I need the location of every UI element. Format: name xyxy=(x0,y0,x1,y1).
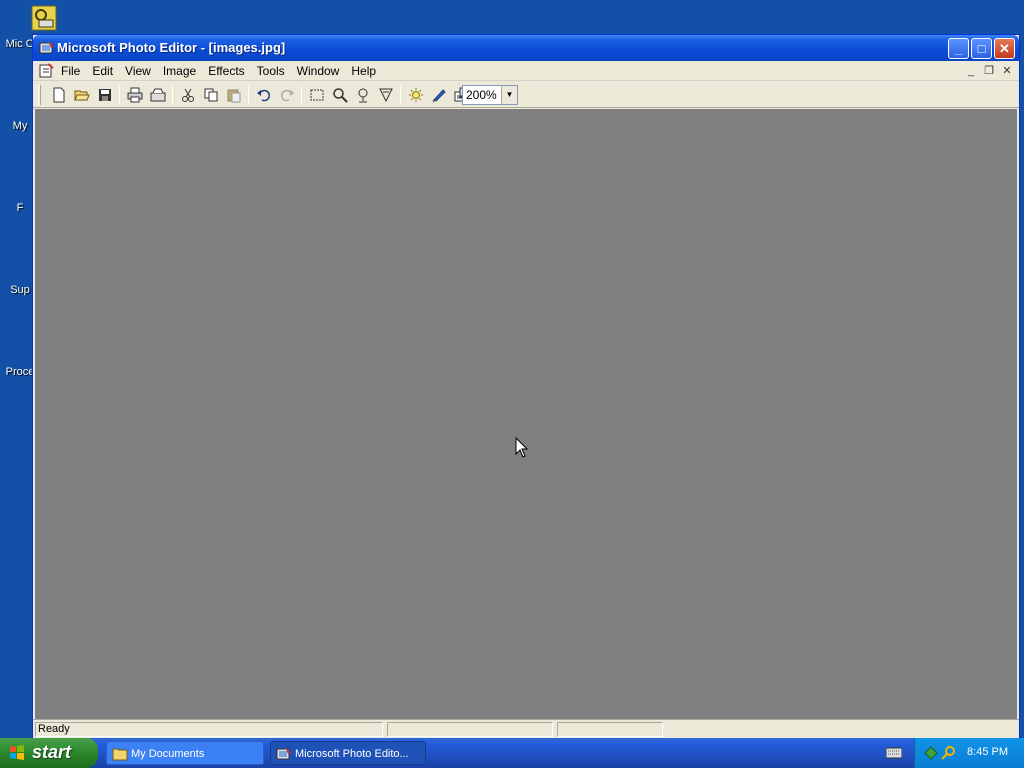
taskbar-item-photo-editor[interactable]: Microsoft Photo Edito... xyxy=(270,741,426,765)
photo-editor-icon xyxy=(39,41,54,54)
start-label: start xyxy=(32,742,72,762)
close-icon: ✕ xyxy=(999,41,1010,56)
menu-tools[interactable]: Tools xyxy=(251,61,291,81)
zoom-icon xyxy=(332,88,348,103)
transparent-icon xyxy=(378,88,393,103)
menu-items: File Edit View Image Effects Tools Windo… xyxy=(55,61,382,81)
toolbar-separator xyxy=(248,86,249,104)
paste-button[interactable] xyxy=(222,84,245,106)
mouse-cursor-icon xyxy=(515,437,529,458)
windows-logo-icon xyxy=(10,745,24,760)
maximize-button[interactable]: □ xyxy=(971,38,992,59)
menu-edit[interactable]: Edit xyxy=(86,61,119,81)
new-icon xyxy=(53,87,64,103)
toolbar-grip[interactable] xyxy=(38,85,41,105)
toolbar: 200% ▼ xyxy=(33,82,1019,108)
taskbar-item-label: My Documents xyxy=(131,748,205,760)
image-workspace[interactable] xyxy=(35,109,1017,719)
undo-icon xyxy=(256,89,270,102)
scan-button[interactable] xyxy=(146,84,169,106)
minimize-button[interactable]: _ xyxy=(948,38,969,59)
photo-editor-icon xyxy=(276,747,291,760)
toolbar-separator xyxy=(400,86,401,104)
folder-icon xyxy=(112,748,128,761)
taskbar-item-label: Microsoft Photo Edito... xyxy=(295,748,409,760)
zoom-value: 200% xyxy=(466,88,497,102)
outlook-icon xyxy=(31,5,57,31)
cut-button[interactable] xyxy=(176,84,199,106)
menu-file[interactable]: File xyxy=(55,61,86,81)
network-icon[interactable] xyxy=(923,745,939,761)
open-icon xyxy=(73,90,90,101)
status-bar: Ready xyxy=(33,719,1019,738)
doc-restore-button[interactable]: ❐ xyxy=(981,64,997,78)
title-bar[interactable]: Microsoft Photo Editor - [images.jpg] _ … xyxy=(33,35,1019,61)
search-icon[interactable] xyxy=(941,745,957,761)
document-icon[interactable] xyxy=(38,63,54,79)
maximize-icon: □ xyxy=(977,41,986,56)
taskbar-item-my-documents[interactable]: My Documents xyxy=(106,741,264,765)
photo-editor-window: Microsoft Photo Editor - [images.jpg] _ … xyxy=(32,34,1020,738)
redo-button[interactable] xyxy=(275,84,298,106)
scan-icon xyxy=(150,88,165,102)
select-icon xyxy=(310,89,323,101)
retouch-button[interactable] xyxy=(427,84,450,106)
toolbar-separator xyxy=(301,86,302,104)
window-title: Microsoft Photo Editor - [images.jpg] xyxy=(57,40,286,55)
print-button[interactable] xyxy=(123,84,146,106)
desktop-shortcut-outlook[interactable] xyxy=(24,4,64,37)
menu-bar: File Edit View Image Effects Tools Windo… xyxy=(33,61,1019,81)
start-button[interactable]: start xyxy=(0,738,98,768)
menu-effects[interactable]: Effects xyxy=(202,61,250,81)
menu-help[interactable]: Help xyxy=(345,61,382,81)
menu-image[interactable]: Image xyxy=(157,61,202,81)
taskbar: start My Documents Microsoft Photo Edito… xyxy=(0,738,1024,768)
doc-minimize-button[interactable]: _ xyxy=(963,64,979,78)
clock[interactable]: 8:45 PM xyxy=(967,746,1008,758)
smudge-icon xyxy=(358,88,367,103)
status-pane-3 xyxy=(557,722,663,737)
minimize-icon: _ xyxy=(954,41,963,56)
sharpen-icon xyxy=(408,88,423,102)
toolbar-buttons xyxy=(47,84,473,106)
print-icon xyxy=(127,87,142,103)
copy-icon xyxy=(204,88,217,102)
close-button[interactable]: ✕ xyxy=(994,38,1015,59)
open-button[interactable] xyxy=(70,84,93,106)
toolbar-separator xyxy=(172,86,173,104)
keyboard-icon[interactable] xyxy=(886,747,902,759)
smudge-button[interactable] xyxy=(351,84,374,106)
sharpen-button[interactable] xyxy=(404,84,427,106)
undo-button[interactable] xyxy=(252,84,275,106)
cut-icon xyxy=(181,88,194,102)
system-tray: 8:45 PM xyxy=(914,738,1024,768)
save-icon xyxy=(98,89,111,101)
transparent-button[interactable] xyxy=(374,84,397,106)
paste-icon xyxy=(227,89,240,103)
zoom-select[interactable]: 200% ▼ xyxy=(462,85,518,105)
retouch-icon xyxy=(432,89,446,103)
redo-icon xyxy=(280,89,294,102)
new-button[interactable] xyxy=(47,84,70,106)
document-window-controls: _ ❐ ✕ xyxy=(963,64,1015,78)
select-button[interactable] xyxy=(305,84,328,106)
status-text: Ready xyxy=(35,722,383,737)
status-pane-2 xyxy=(387,722,553,737)
copy-button[interactable] xyxy=(199,84,222,106)
chevron-down-icon[interactable]: ▼ xyxy=(501,86,517,104)
menu-view[interactable]: View xyxy=(119,61,157,81)
toolbar-separator xyxy=(119,86,120,104)
menu-window[interactable]: Window xyxy=(291,61,346,81)
zoom-button[interactable] xyxy=(328,84,351,106)
save-button[interactable] xyxy=(93,84,116,106)
doc-close-button[interactable]: ✕ xyxy=(999,64,1015,78)
